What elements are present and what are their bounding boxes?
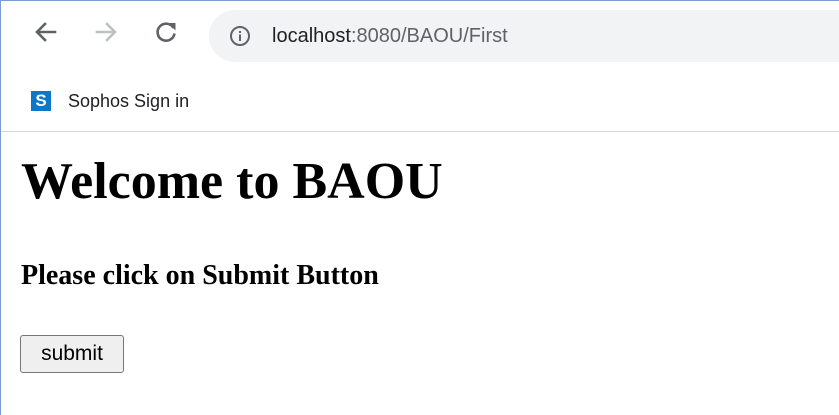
bookmark-label: Sophos Sign in <box>68 90 190 111</box>
reload-button[interactable] <box>149 15 183 49</box>
browser-window: localhost:8080/BAOU/First S Sophos Sign … <box>0 0 839 415</box>
forward-button[interactable] <box>89 15 123 49</box>
forward-arrow-icon <box>95 22 117 42</box>
address-url[interactable]: localhost:8080/BAOU/First <box>272 23 508 49</box>
page-subtitle: Please click on Submit Button <box>21 260 379 291</box>
sophos-icon: S <box>31 91 51 111</box>
bookmarks-bar: S Sophos Sign in <box>1 75 839 132</box>
reload-icon <box>156 22 176 42</box>
url-path: :8080/BAOU/First <box>350 25 508 47</box>
page-content: Welcome to BAOU Please click on Submit B… <box>1 132 839 415</box>
page-title: Welcome to BAOU <box>21 153 443 210</box>
back-button[interactable] <box>29 15 63 49</box>
submit-button[interactable]: submit <box>20 335 124 373</box>
browser-toolbar: localhost:8080/BAOU/First <box>1 1 839 75</box>
url-host: localhost <box>272 25 351 47</box>
info-icon[interactable] <box>229 25 251 47</box>
bookmark-sophos-sign-in[interactable]: S Sophos Sign in <box>31 85 189 117</box>
back-arrow-icon <box>35 22 57 42</box>
address-bar[interactable]: localhost:8080/BAOU/First <box>209 10 839 62</box>
